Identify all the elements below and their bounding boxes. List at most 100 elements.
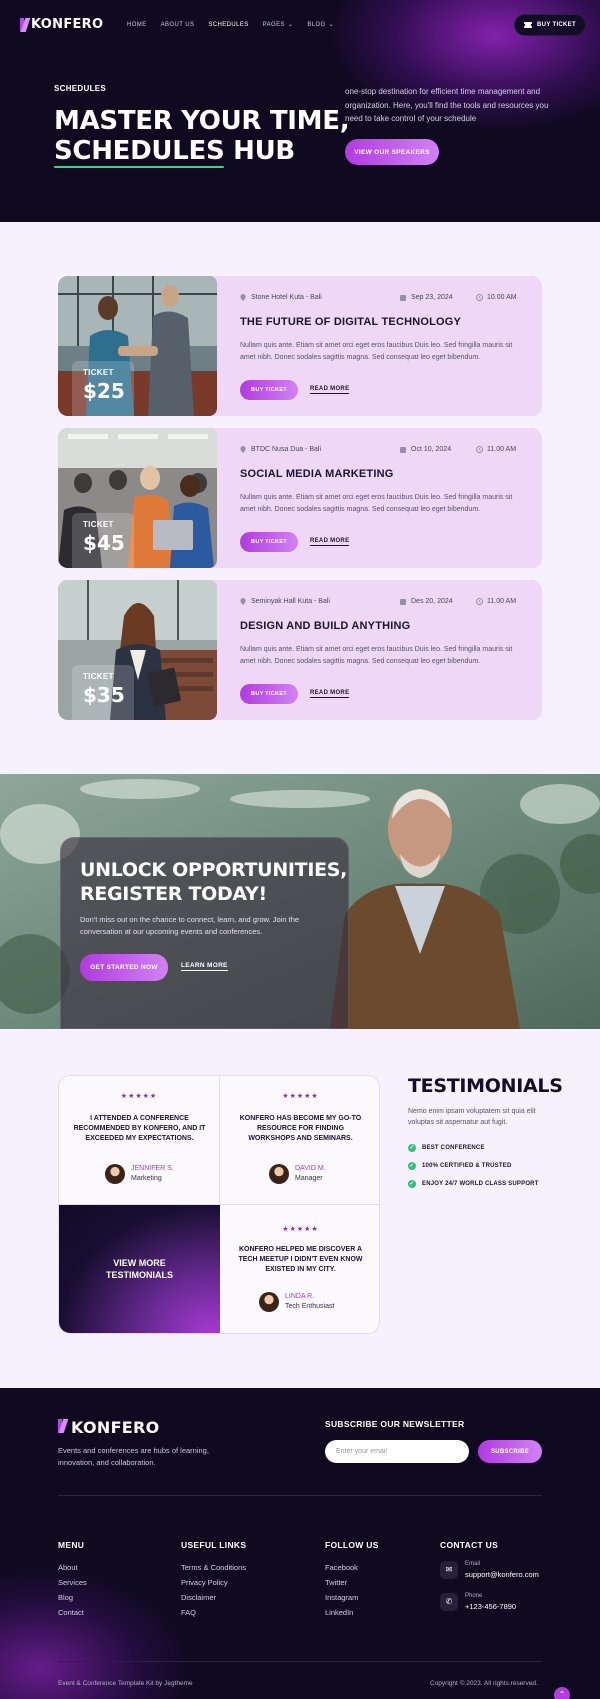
testimonials-heading: TESTIMONIALS (408, 1075, 563, 1097)
newsletter-email-input[interactable] (325, 1440, 469, 1463)
nav-item-about[interactable]: ABOUT US (161, 21, 195, 28)
checklist-text: BEST CONFERENCE (422, 1145, 485, 1151)
hero-description: one-stop destination for efficient time … (345, 87, 549, 123)
buy-ticket-label: BUY TICKET (537, 22, 576, 28)
testimonial-author: LINDA R. Tech Enthusiast (259, 1292, 334, 1312)
subscribe-button[interactable]: SUBSCRIBE (478, 1440, 542, 1463)
footer-logo[interactable]: KONFERO (58, 1418, 160, 1437)
event-title[interactable]: SOCIAL MEDIA MARKETING (240, 468, 394, 480)
footer-follow-heading: FOLLOW US (325, 1540, 379, 1550)
banner-title-line1: UNLOCK OPPORTUNITIES, (80, 859, 348, 881)
star-rating-icon: ★★★★★ (120, 1093, 158, 1100)
footer-link-terms[interactable]: Terms & Conditions (181, 1563, 246, 1572)
nav-item-schedules[interactable]: SCHEDULES (208, 21, 248, 28)
event-title[interactable]: THE FUTURE OF DIGITAL TECHNOLOGY (240, 316, 461, 328)
nav-label: BLOG (307, 21, 326, 28)
time-text: 11.00 AM (487, 446, 517, 453)
nav-item-blog[interactable]: BLOG ⌄ (307, 21, 334, 29)
footer-link-facebook[interactable]: Facebook (325, 1563, 358, 1572)
testimonial-card: ★★★★★ KONFERO HELPED ME DISCOVER A TECH … (220, 1205, 379, 1333)
buy-ticket-button[interactable]: BUY TICKET (240, 684, 298, 704)
hero-title-rest: HUB (224, 136, 295, 166)
calendar-icon (400, 446, 406, 453)
footer-link-instagram[interactable]: Instagram (325, 1593, 358, 1602)
avatar (269, 1164, 289, 1184)
phone-icon: ✆ (440, 1593, 458, 1611)
star-rating-icon: ★★★★★ (282, 1093, 319, 1100)
check-icon: ✓ (408, 1144, 416, 1152)
footer-link-privacy[interactable]: Privacy Policy (181, 1578, 228, 1587)
check-icon: ✓ (408, 1162, 416, 1170)
event-time: 11.00 AM (476, 446, 516, 453)
banner-title-line2: REGISTER TODAY! (80, 883, 267, 905)
nav-label: HOME (127, 21, 147, 28)
nav-label: SCHEDULES (208, 21, 249, 28)
buy-ticket-button[interactable]: BUY TICKET (240, 380, 298, 400)
scroll-to-top-icon[interactable]: ⌃ (554, 1687, 570, 1699)
phone-label: Phone (465, 1593, 483, 1599)
testimonial-author: JENNIFER S. Marketing (105, 1164, 174, 1184)
footer-link-disclaimer[interactable]: Disclaimer (181, 1593, 216, 1602)
hero-eyebrow: SCHEDULES (54, 84, 107, 93)
view-more-testimonials-button[interactable]: VIEW MORE TESTIMONIALS (59, 1205, 220, 1333)
footer-link-blog[interactable]: Blog (58, 1593, 73, 1602)
logo-text: KONFERO (31, 17, 104, 32)
date-text: Oct 10, 2024 (411, 446, 452, 453)
testimonial-card: ★★★★★ KONFERO HAS BECOME MY GO-TO RESOUR… (220, 1076, 379, 1205)
check-icon: ✓ (408, 1180, 416, 1188)
site-logo[interactable]: KONFERO (20, 17, 103, 32)
footer-bottom-divider (58, 1661, 542, 1662)
hero-section: KONFERO HOME ABOUT US SCHEDULES PAGES ⌄ B… (0, 0, 600, 222)
location-pin-icon (240, 446, 246, 453)
buy-ticket-button[interactable]: BUY TICKET (240, 532, 298, 552)
footer-copyright: Copyright © 2023. All rights reserved. (430, 1680, 538, 1687)
schedule-card: TICKET $45 BTDC Nusa Dua - Bali Oct 10, … (58, 428, 542, 568)
footer-menu-heading: MENU (58, 1540, 85, 1550)
read-more-link[interactable]: READ MORE (310, 386, 350, 394)
footer-useful-heading: USEFUL LINKS (181, 1540, 247, 1550)
event-location: Stone Hotel Kuta - Bali (240, 294, 322, 301)
author-name: JENNIFER S. (131, 1165, 174, 1172)
testimonials-description: Nemo enim ipsam voluptatem sit quia elit… (408, 1108, 536, 1126)
footer-link-linkedin[interactable]: LinkedIn (325, 1608, 353, 1617)
ticket-label: TICKET (83, 368, 114, 377)
footer-link-contact[interactable]: Contact (58, 1608, 84, 1617)
view-speakers-button[interactable]: VIEW OUR SPEAKERS (345, 139, 439, 165)
location-pin-icon (240, 294, 246, 301)
footer-link-about[interactable]: About (58, 1563, 78, 1572)
time-text: 11.00 AM (487, 598, 517, 605)
phone-link[interactable]: +123-456-7890 (465, 1602, 516, 1611)
testimonial-card: ★★★★★ I ATTENDED A CONFERENCE RECOMMENDE… (59, 1076, 220, 1205)
event-date: Sep 23, 2024 (400, 294, 453, 301)
star-rating-icon: ★★★★★ (282, 1226, 319, 1233)
email-link[interactable]: support@konfero.com (465, 1570, 539, 1579)
event-title[interactable]: DESIGN AND BUILD ANYTHING (240, 620, 410, 632)
calendar-icon (400, 294, 406, 301)
header-buy-ticket-button[interactable]: BUY TICKET (514, 14, 586, 36)
register-banner: UNLOCK OPPORTUNITIES, REGISTER TODAY! Do… (0, 774, 600, 1029)
get-started-button[interactable]: GET STARTED NOW (80, 954, 168, 981)
read-more-link[interactable]: READ MORE (310, 690, 350, 698)
author-role: Marketing (131, 1175, 162, 1182)
learn-more-link[interactable]: LEARN MORE (181, 962, 228, 971)
footer-link-services[interactable]: Services (58, 1578, 87, 1587)
footer-credit: Event & Conference Template Kit by Jegth… (58, 1680, 193, 1687)
read-more-link[interactable]: READ MORE (310, 538, 350, 546)
footer-link-faq[interactable]: FAQ (181, 1608, 196, 1617)
nav-item-pages[interactable]: PAGES ⌄ (263, 21, 294, 29)
avatar (105, 1164, 125, 1184)
location-text: Seminyak Hall Kuta - Bali (251, 598, 330, 605)
ticket-price: $35 (83, 683, 125, 707)
ticket-icon (524, 22, 533, 28)
location-text: BTDC Nusa Dua - Bali (251, 446, 322, 453)
hero-title-line2: SCHEDULES HUB (54, 136, 349, 168)
event-time: 10.00 AM (476, 294, 517, 301)
nav-item-home[interactable]: HOME (127, 21, 147, 28)
event-time: 11.00 AM (476, 598, 516, 605)
email-icon: ✉ (440, 1561, 458, 1579)
date-text: Des 20, 2024 (411, 598, 453, 605)
logo-mark-icon (58, 1418, 68, 1437)
time-text: 10.00 AM (487, 294, 517, 301)
footer-link-twitter[interactable]: Twitter (325, 1578, 347, 1587)
event-description: Nullam quis ante. Etiam sit amet orci eg… (240, 646, 513, 665)
